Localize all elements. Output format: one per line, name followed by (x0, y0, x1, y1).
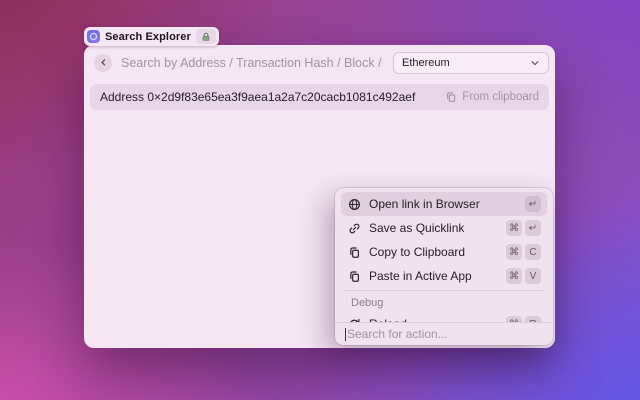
result-row-address[interactable]: Address 0×2d9f83e65ea3f9aea1a2a7c20cacb1… (90, 84, 549, 110)
action-search-input[interactable] (347, 327, 543, 341)
lock-icon (201, 32, 211, 42)
shortcut-keys: ⌘ ↵ (506, 220, 541, 236)
action-panel: Open link in Browser ↵ Save as Quicklink… (335, 188, 553, 345)
shortcut-keys: ⌘ C (506, 244, 541, 260)
link-icon (347, 222, 361, 235)
chevron-down-icon (530, 58, 540, 68)
menu-item-paste-in-active-app[interactable]: Paste in Active App ⌘ V (341, 264, 547, 288)
clipboard-icon (347, 270, 361, 283)
menu-item-open-link-in-browser[interactable]: Open link in Browser ↵ (341, 192, 547, 216)
text-caret (345, 328, 346, 341)
menu-item-label: Open link in Browser (369, 197, 517, 211)
extension-badge[interactable]: Search Explorer (84, 27, 219, 46)
menu-item-label: Copy to Clipboard (369, 245, 498, 259)
keycap: ↵ (525, 196, 541, 212)
menu-item-label: Paste in Active App (369, 269, 498, 283)
clipboard-icon (347, 246, 361, 259)
keycap: V (525, 268, 541, 284)
clipboard-icon (445, 91, 457, 103)
menu-item-save-as-quicklink[interactable]: Save as Quicklink ⌘ ↵ (341, 216, 547, 240)
shortcut-keys: ↵ (525, 196, 541, 212)
keycap: C (525, 244, 541, 260)
menu-section-debug: Debug (341, 293, 547, 312)
result-accessory-label: From clipboard (462, 91, 539, 103)
action-panel-items: Open link in Browser ↵ Save as Quicklink… (335, 188, 553, 336)
keycap: ⌘ (506, 244, 522, 260)
result-title: Address 0×2d9f83e65ea3f9aea1a2a7c20cacb1… (100, 90, 437, 104)
action-search-bar (335, 322, 553, 345)
chain-dropdown-value: Ethereum (402, 57, 524, 69)
back-button[interactable] (94, 54, 112, 72)
menu-item-copy-to-clipboard[interactable]: Copy to Clipboard ⌘ C (341, 240, 547, 264)
menu-divider (343, 290, 545, 291)
chain-dropdown[interactable]: Ethereum (393, 52, 549, 74)
keycap: ⌘ (506, 268, 522, 284)
keycap: ⌘ (506, 220, 522, 236)
shortcut-keys: ⌘ V (506, 268, 541, 284)
extension-badge-label: Search Explorer (105, 31, 191, 43)
search-input[interactable] (121, 56, 384, 70)
chevron-left-icon (99, 58, 108, 67)
menu-item-label: Save as Quicklink (369, 221, 498, 235)
globe-icon (347, 198, 361, 211)
search-bar: Ethereum (84, 45, 555, 80)
extension-icon (87, 30, 100, 43)
keycap: ↵ (525, 220, 541, 236)
result-accessory: From clipboard (445, 91, 539, 103)
lock-pill[interactable] (196, 29, 216, 44)
